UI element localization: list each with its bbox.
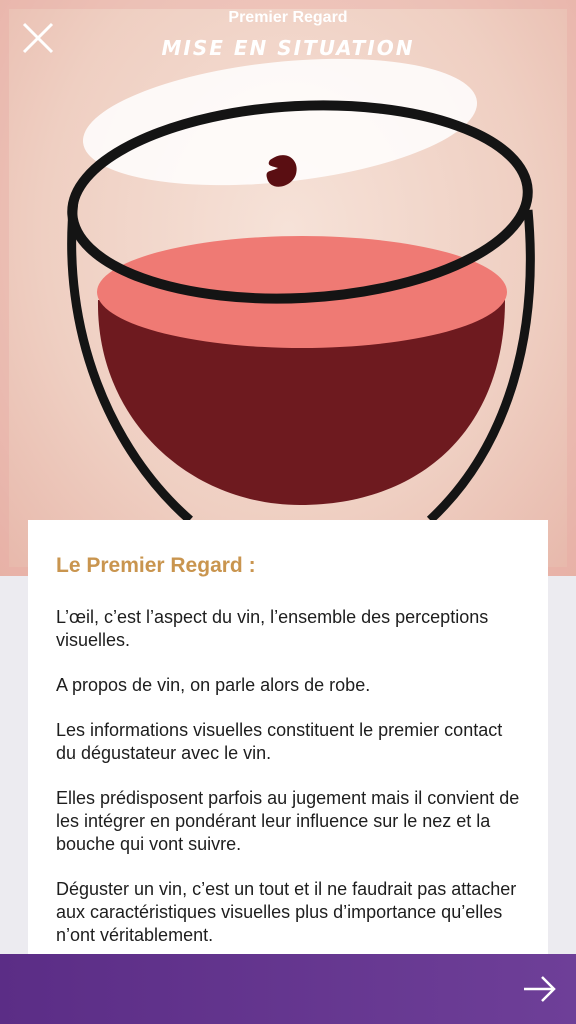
bottom-bar bbox=[0, 954, 576, 1024]
arrow-right-icon bbox=[524, 976, 556, 1002]
next-button[interactable] bbox=[522, 972, 558, 1006]
paragraph-1: L’œil, c’est l’aspect du vin, l’ensemble… bbox=[56, 607, 489, 650]
card-title: Le Premier Regard : bbox=[56, 554, 256, 577]
page-title: Premier Regard bbox=[228, 9, 348, 26]
paragraph-3: Les informations visuelles constituent l… bbox=[56, 720, 503, 763]
paragraph-5: Déguster un vin, c’est un tout et il ne … bbox=[56, 879, 517, 945]
hero-illustration: Premier Regard MISE EN SITUATION bbox=[0, 0, 576, 576]
content-card: Le Premier Regard : L’œil, c’est l’aspec… bbox=[28, 520, 548, 954]
paragraph-4: Elles prédisposent parfois au jugement m… bbox=[56, 788, 520, 854]
page-subtitle: MISE EN SITUATION bbox=[161, 36, 415, 60]
paragraph-2: A propos de vin, on parle alors de robe. bbox=[56, 675, 371, 695]
wine-glass-illustration bbox=[0, 0, 576, 576]
card-body: L’œil, c’est l’aspect du vin, l’ensemble… bbox=[56, 606, 526, 954]
